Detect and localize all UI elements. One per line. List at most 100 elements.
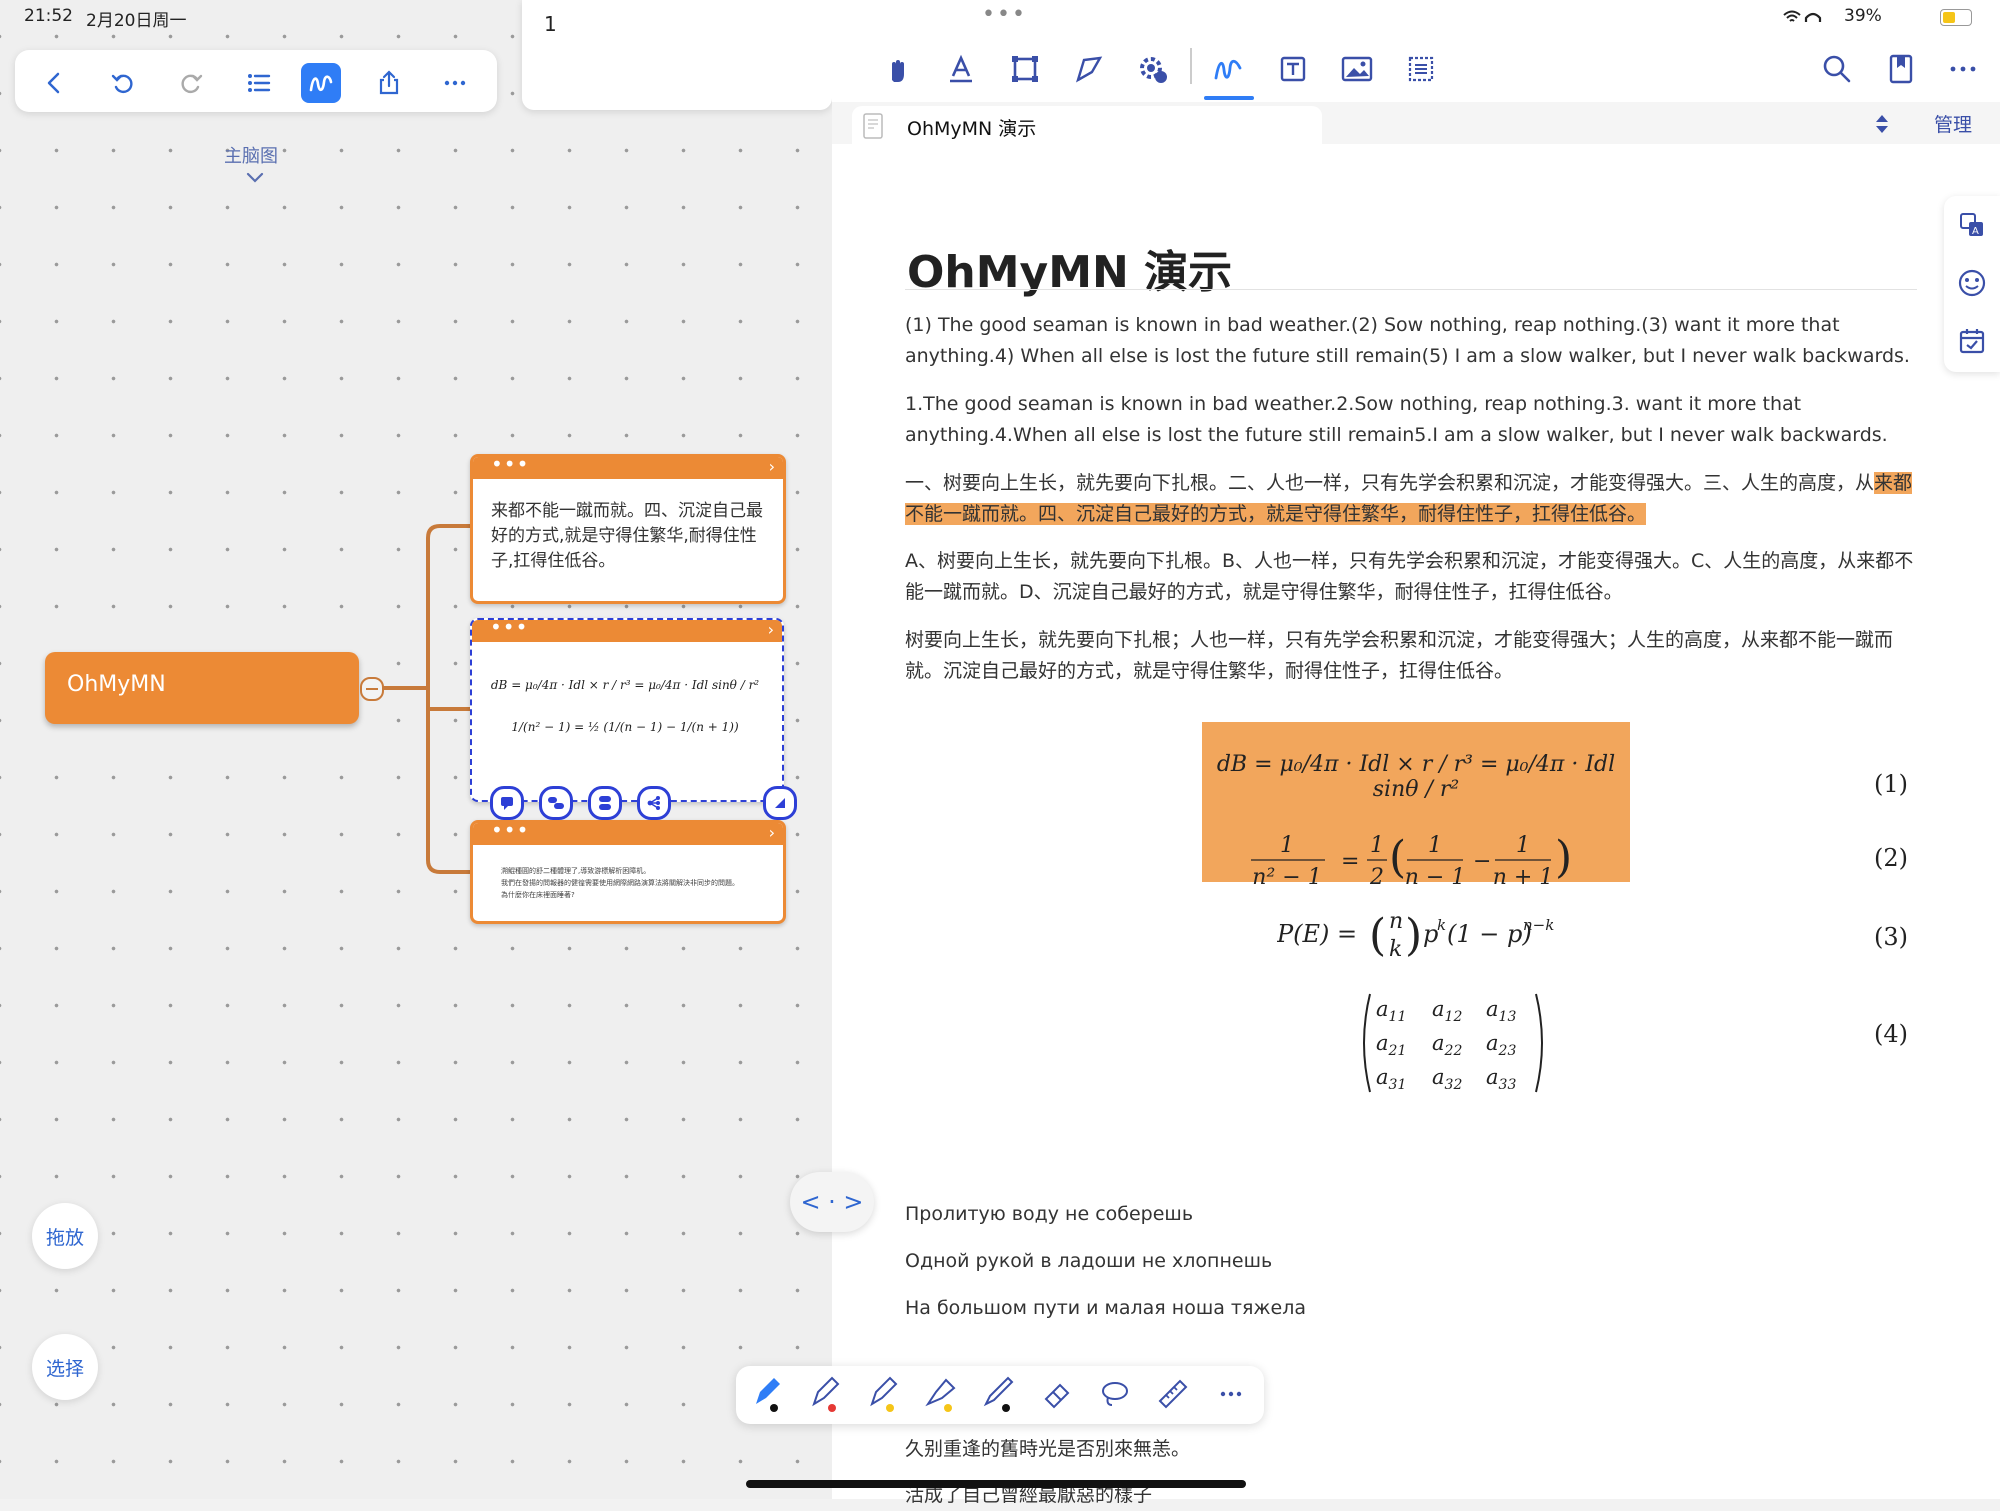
svg-text:n − 1: n − 1 [1405, 865, 1466, 890]
comment-icon[interactable] [490, 786, 524, 820]
status-battery: 39% [1844, 6, 1882, 26]
window-handle[interactable]: ••• [982, 2, 1027, 27]
child-node-3-text: 溯鯤種圓的舒二種體理了,導致游標解析困障机。 我們在發揚的問報器的健徨需要使用網… [501, 865, 771, 901]
child-node-1[interactable]: ••• › 来都不能一蹴而就。四、沉淀自己最好的方式,就是守得住繁华,耐得住性子,… [470, 454, 786, 604]
pencil-icon[interactable] [974, 1366, 1024, 1422]
equation-number: (2) [1874, 844, 1908, 872]
back-icon[interactable] [35, 63, 75, 103]
doc-tab-title: OhMyMN 演示 [907, 118, 1037, 140]
pen-yellow-icon[interactable] [858, 1366, 908, 1422]
add-child-icon[interactable] [539, 786, 573, 820]
svg-text:k: k [1437, 916, 1446, 934]
resize-handle-icon[interactable] [763, 786, 797, 820]
equation-number: (1) [1874, 770, 1908, 798]
chevron-right-icon[interactable]: › [769, 459, 775, 475]
mindmap-icon[interactable] [301, 63, 341, 103]
root-node[interactable]: OhMyMN [45, 652, 359, 724]
status-date: 2月20日周一 [86, 11, 187, 31]
svg-text:2: 2 [1369, 865, 1384, 890]
crop-icon[interactable] [1006, 50, 1044, 88]
search-icon[interactable] [1818, 50, 1856, 88]
child-node-3-line: 為什麼你在床裡面睡著? [501, 891, 575, 899]
home-indicator [746, 1480, 1246, 1488]
svg-text:1: 1 [1370, 833, 1384, 858]
svg-text:A: A [1972, 226, 1979, 237]
equation-2: 1 n² − 1 = 1 2 ( 1 n − 1 − 1 n + 1 ) [1202, 828, 1630, 896]
equation-number: (4) [1874, 1020, 1908, 1048]
hand-icon[interactable] [878, 50, 916, 88]
svg-text:(1 − p): (1 − p) [1447, 920, 1532, 948]
calendar-icon[interactable] [1957, 326, 1987, 356]
drag-dots-icon[interactable]: ••• [491, 823, 529, 840]
drag-dots-icon[interactable]: ••• [491, 457, 529, 474]
status-time: 21:52 [24, 6, 73, 26]
text-format-icon[interactable] [942, 50, 980, 88]
paragraph-3-text: 一、树要向上生长，就先要向下扎根。二、人也一样，只有先学会积累和沉淀，才能变得强… [905, 472, 1875, 494]
drag-dots-icon[interactable]: ••• [490, 620, 528, 637]
textbox-icon[interactable] [1274, 50, 1312, 88]
child-node-3[interactable]: ••• › 溯鯤種圓的舒二種體理了,導致游標解析困障机。 我們在發揚的問報器的健徨… [470, 820, 786, 924]
equation-1: dB = μ₀/4π · Idl × r / r³ = μ₀/4π · Idl … [1216, 752, 1616, 802]
lasso-icon[interactable] [1090, 1366, 1140, 1422]
svg-text:a21: a21 [1376, 1031, 1406, 1059]
emoji-icon[interactable] [1957, 268, 1987, 298]
more-icon[interactable] [1206, 1366, 1256, 1422]
more-icon[interactable] [1944, 50, 1982, 88]
collapse-toggle[interactable] [360, 677, 384, 701]
svg-text:n² − 1: n² − 1 [1252, 865, 1321, 890]
settings-gear-icon[interactable] [1134, 50, 1172, 88]
russian-line-1: Пролитую воду не соберешь [905, 1203, 1194, 1225]
child-node-2-eq1: dB = μ₀/4π · Idl × r / r³ = μ₀/4π · Idl … [490, 678, 760, 692]
doc-tab[interactable]: OhMyMN 演示 [852, 106, 1322, 144]
image-icon[interactable] [1338, 50, 1376, 88]
heading-rule [905, 289, 1917, 290]
sort-icon[interactable] [1872, 112, 1892, 136]
drag-button[interactable]: 拖放 [32, 1203, 98, 1269]
manage-button[interactable]: 管理 [1934, 110, 1972, 137]
branch-icon[interactable] [637, 786, 671, 820]
svg-text:1: 1 [1280, 833, 1294, 858]
select-area-icon[interactable] [1402, 50, 1440, 88]
svg-text:): ) [1555, 832, 1572, 883]
paragraph-3: 一、树要向上生长，就先要向下扎根。二、人也一样，只有先学会积累和沉淀，才能变得强… [905, 468, 1917, 530]
svg-text:a13: a13 [1486, 997, 1516, 1025]
mindmap-title[interactable]: 主脑图 [224, 142, 278, 168]
split-view-handle[interactable]: < · > [790, 1172, 874, 1232]
outline-icon[interactable] [239, 63, 279, 103]
handwriting-icon[interactable] [1210, 50, 1248, 88]
ruler-icon[interactable] [1148, 1366, 1198, 1422]
mindmap-canvas[interactable]: 21:52 2月20日周一 1 主脑图 OhMyMN ••• › 来都不能一蹴而… [0, 0, 874, 1499]
mindmap-toolbar [15, 50, 497, 112]
paragraph-4: A、树要向上生长，就先要向下扎根。B、人也一样，只有先学会积累和沉淀，才能变得强… [905, 550, 1914, 603]
share-icon[interactable] [369, 63, 409, 103]
paragraph-2: 1.The good seaman is known in bad weathe… [905, 393, 1888, 446]
chevron-right-icon[interactable]: › [768, 622, 774, 638]
pen-active-icon[interactable] [742, 1366, 792, 1422]
paragraph-1: (1) The good seaman is known in bad weat… [905, 314, 1910, 367]
svg-text:a12: a12 [1432, 997, 1462, 1025]
svg-text:n: n [1389, 909, 1403, 934]
equation-4: a11 a12 a13 a21 a22 a23 a31 a32 a33 [1358, 988, 1548, 1102]
equation-number: (3) [1874, 923, 1908, 951]
chevron-right-icon[interactable]: › [769, 825, 775, 841]
svg-text:(: ( [1369, 910, 1386, 961]
redo-icon[interactable] [171, 63, 211, 103]
paragraph-5: 树要向上生长，就先要向下扎根；人也一样，只有先学会积累和沉淀，才能变得强大；人生… [905, 629, 1894, 682]
sign-icon[interactable] [1070, 50, 1108, 88]
chevron-down-icon[interactable] [244, 170, 266, 189]
eraser-icon[interactable] [1032, 1366, 1082, 1422]
active-tab-indicator [1204, 96, 1254, 100]
pen-red-icon[interactable] [800, 1366, 850, 1422]
highlighter-icon[interactable] [916, 1366, 966, 1422]
more-icon[interactable] [435, 63, 475, 103]
svg-text:n−k: n−k [1523, 916, 1554, 934]
undo-icon[interactable] [103, 63, 143, 103]
note-card[interactable]: 1 [522, 0, 832, 110]
svg-text:k: k [1389, 937, 1402, 962]
add-sibling-icon[interactable] [588, 786, 622, 820]
select-button[interactable]: 选择 [32, 1334, 98, 1400]
child-node-2[interactable]: ••• › dB = μ₀/4π · Idl × r / r³ = μ₀/4π ·… [470, 618, 784, 802]
bookmark-icon[interactable] [1882, 50, 1920, 88]
svg-text:a11: a11 [1376, 997, 1406, 1025]
translate-icon[interactable]: A [1957, 210, 1987, 240]
